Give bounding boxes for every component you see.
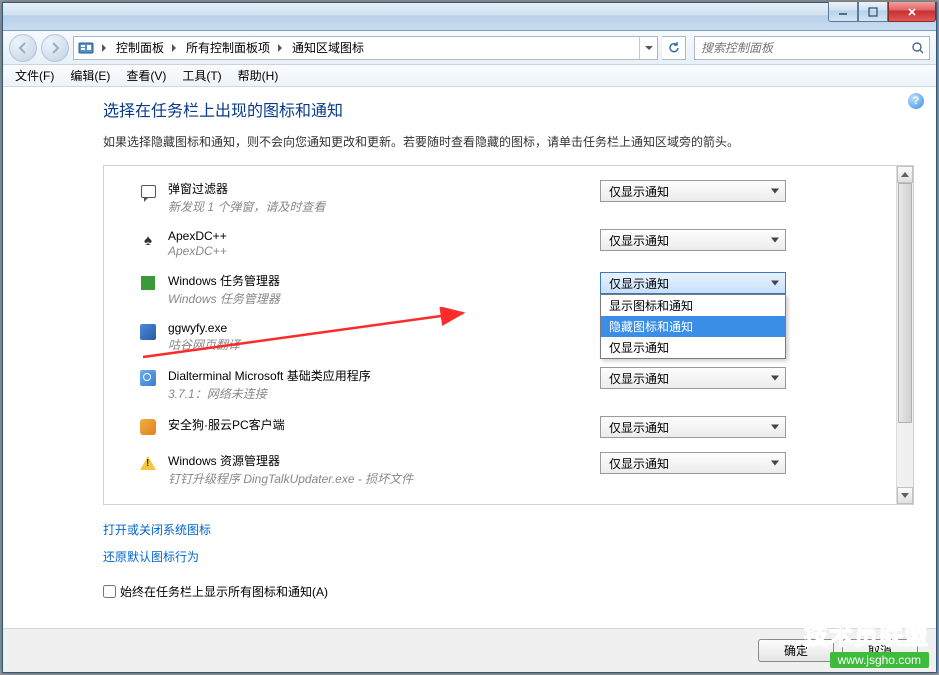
app-icon — [138, 417, 158, 437]
app-name: 弹窗过滤器 — [168, 180, 590, 197]
behavior-value: 仅显示通知 — [609, 183, 669, 200]
always-show-checkbox-row[interactable]: 始终在任务栏上显示所有图标和通知(A) — [103, 583, 914, 600]
maximize-button[interactable] — [858, 2, 888, 22]
dropdown-option[interactable]: 显示图标和通知 — [601, 295, 785, 316]
app-text: 安全狗·服云PC客户端 — [168, 416, 590, 433]
menu-view[interactable]: 查看(V) — [118, 65, 174, 86]
window-titlebar — [3, 3, 936, 31]
always-show-label: 始终在任务栏上显示所有图标和通知(A) — [120, 583, 328, 600]
breadcrumb-sep — [274, 41, 288, 55]
app-name: ggwyfy.exe — [168, 321, 590, 335]
menu-edit[interactable]: 编辑(E) — [62, 65, 118, 86]
cancel-button[interactable]: 取消 — [842, 639, 918, 662]
app-subtitle: 钉钉升级程序 DingTalkUpdater.exe - 损坏文件 — [168, 470, 590, 487]
behavior-value: 仅显示通知 — [609, 275, 669, 292]
breadcrumb-sep — [98, 41, 112, 55]
app-name: Windows 资源管理器 — [168, 452, 590, 469]
control-panel-window: 控制面板 所有控制面板项 通知区域图标 文件(F) 编辑(E) 查看(V) 工具… — [2, 2, 937, 673]
page-description: 如果选择隐藏图标和通知，则不会向您通知更改和更新。若要随时查看隐藏的图标，请单击… — [103, 133, 914, 151]
scroll-thumb[interactable] — [898, 183, 912, 423]
control-panel-icon — [76, 38, 96, 58]
breadcrumb-seg-3[interactable]: 通知区域图标 — [288, 37, 368, 59]
link-restore-defaults[interactable]: 还原默认图标行为 — [103, 548, 199, 565]
app-subtitle: 咕谷网页翻译 — [168, 336, 590, 353]
behavior-value: 仅显示通知 — [609, 419, 669, 436]
behavior-value: 仅显示通知 — [609, 370, 669, 387]
app-row: Windows 资源管理器钉钉升级程序 DingTalkUpdater.exe … — [138, 452, 896, 487]
behavior-value: 仅显示通知 — [609, 455, 669, 472]
app-row: Windows 任务管理器Windows 任务管理器仅显示通知显示图标和通知隐藏… — [138, 272, 896, 307]
app-name: ApexDC++ — [168, 229, 590, 243]
app-icon: ♠ — [138, 230, 158, 250]
app-text: Windows 任务管理器Windows 任务管理器 — [168, 272, 590, 307]
refresh-button[interactable] — [662, 36, 686, 60]
behavior-dropdown-list[interactable]: 显示图标和通知隐藏图标和通知仅显示通知 — [600, 294, 786, 359]
app-row: Dialterminal Microsoft 基础类应用程序3.7.1：网络未连… — [138, 367, 896, 402]
breadcrumb-seg-2[interactable]: 所有控制面板项 — [182, 37, 274, 59]
app-subtitle: Windows 任务管理器 — [168, 290, 590, 307]
app-subtitle: 新发现 1 个弹窗，请及时查看 — [168, 198, 590, 215]
minimize-button[interactable] — [828, 2, 858, 22]
scroll-up-button[interactable] — [897, 166, 913, 183]
search-input[interactable] — [695, 41, 907, 55]
search-icon[interactable] — [907, 41, 929, 55]
app-row: ♠ ApexDC++ApexDC++ 仅显示通知 — [138, 229, 896, 258]
behavior-dropdown[interactable]: 仅显示通知 — [600, 452, 786, 474]
app-icon — [138, 322, 158, 342]
always-show-checkbox[interactable] — [103, 585, 116, 598]
behavior-dropdown[interactable]: 仅显示通知 — [600, 416, 786, 438]
breadcrumb-seg-1[interactable]: 控制面板 — [112, 37, 168, 59]
vertical-scrollbar[interactable] — [896, 166, 913, 504]
dropdown-option-selected[interactable]: 隐藏图标和通知 — [601, 316, 785, 337]
icon-list: 弹窗过滤器新发现 1 个弹窗，请及时查看仅显示通知♠ApexDC++ApexDC… — [104, 166, 896, 504]
search-box[interactable] — [694, 36, 930, 60]
address-breadcrumb[interactable]: 控制面板 所有控制面板项 通知区域图标 — [73, 36, 658, 60]
app-icon — [138, 273, 158, 293]
app-row: 安全狗·服云PC客户端 仅显示通知 — [138, 416, 896, 438]
menu-help[interactable]: 帮助(H) — [230, 65, 287, 86]
dropdown-option[interactable]: 仅显示通知 — [601, 337, 785, 358]
app-text: Dialterminal Microsoft 基础类应用程序3.7.1：网络未连… — [168, 367, 590, 402]
behavior-value: 仅显示通知 — [609, 232, 669, 249]
content-area: ? 选择在任务栏上出现的图标和通知 如果选择隐藏图标和通知，则不会向您通知更改和… — [3, 87, 936, 628]
app-name: 安全狗·服云PC客户端 — [168, 416, 590, 433]
window-controls — [828, 2, 936, 22]
links-section: 打开或关闭系统图标 还原默认图标行为 — [103, 521, 914, 575]
menu-tools[interactable]: 工具(T) — [174, 65, 229, 86]
forward-button[interactable] — [41, 34, 69, 62]
back-button[interactable] — [9, 34, 37, 62]
breadcrumb-sep — [168, 41, 182, 55]
navigation-bar: 控制面板 所有控制面板项 通知区域图标 — [3, 31, 936, 65]
app-text: 弹窗过滤器新发现 1 个弹窗，请及时查看 — [168, 180, 590, 215]
icon-list-frame: 弹窗过滤器新发现 1 个弹窗，请及时查看仅显示通知♠ApexDC++ApexDC… — [103, 165, 914, 505]
dialog-footer: 确定 取消 — [3, 628, 936, 672]
app-icon — [138, 368, 158, 388]
page-title: 选择在任务栏上出现的图标和通知 — [103, 97, 914, 121]
app-text: Windows 资源管理器钉钉升级程序 DingTalkUpdater.exe … — [168, 452, 590, 487]
app-text: ggwyfy.exe咕谷网页翻译 — [168, 321, 590, 353]
behavior-dropdown[interactable]: 仅显示通知显示图标和通知隐藏图标和通知仅显示通知 — [600, 272, 786, 294]
app-name: Dialterminal Microsoft 基础类应用程序 — [168, 367, 590, 384]
close-button[interactable] — [888, 2, 936, 22]
ok-button[interactable]: 确定 — [758, 639, 834, 662]
app-icon — [138, 181, 158, 201]
app-row: 弹窗过滤器新发现 1 个弹窗，请及时查看 仅显示通知 — [138, 180, 896, 215]
behavior-dropdown[interactable]: 仅显示通知 — [600, 180, 786, 202]
app-subtitle: 3.7.1：网络未连接 — [168, 385, 590, 402]
scroll-down-button[interactable] — [897, 487, 913, 504]
breadcrumb-dropdown[interactable] — [639, 37, 657, 59]
link-system-icons[interactable]: 打开或关闭系统图标 — [103, 521, 211, 538]
menu-file[interactable]: 文件(F) — [7, 65, 62, 86]
app-subtitle: ApexDC++ — [168, 244, 590, 258]
app-text: ApexDC++ApexDC++ — [168, 229, 590, 258]
app-name: Windows 任务管理器 — [168, 272, 590, 289]
behavior-dropdown[interactable]: 仅显示通知 — [600, 229, 786, 251]
behavior-dropdown[interactable]: 仅显示通知 — [600, 367, 786, 389]
app-icon — [138, 453, 158, 473]
menu-bar: 文件(F) 编辑(E) 查看(V) 工具(T) 帮助(H) — [3, 65, 936, 87]
help-icon[interactable]: ? — [908, 93, 924, 109]
